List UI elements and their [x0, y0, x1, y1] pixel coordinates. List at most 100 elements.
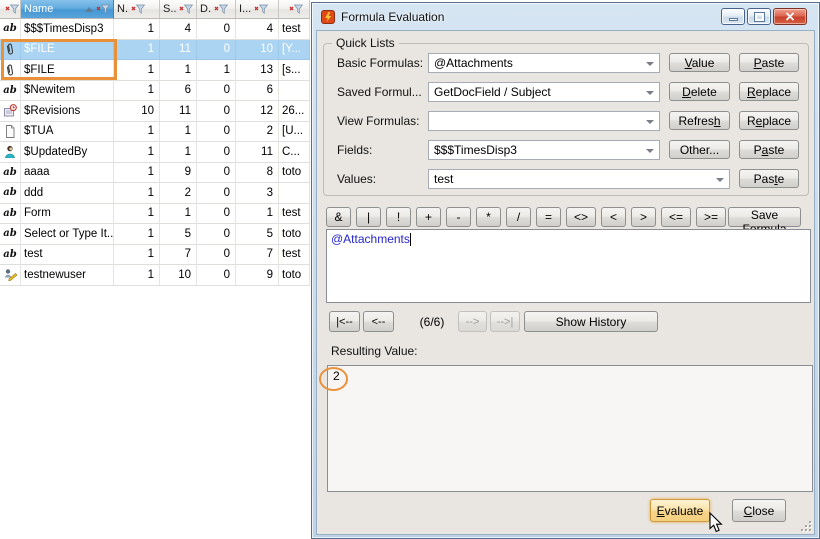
n-value-cell: 1 [114, 142, 160, 163]
table-row[interactable]: ab [0, 122, 310, 143]
column-header[interactable]: Name [21, 0, 114, 19]
operator-button[interactable]: > [631, 207, 656, 227]
paste-basic-button[interactable]: Paste [739, 53, 799, 72]
operator-button[interactable]: | [356, 207, 381, 227]
sort-ascending-icon [85, 7, 93, 12]
text-field-icon: ab [3, 23, 16, 34]
view-formulas-label: View Formulas: [337, 114, 427, 128]
table-row[interactable]: ab [0, 163, 310, 184]
table-row[interactable]: ab [0, 265, 310, 286]
field-name-cell: $Newitem [21, 81, 114, 102]
column-header[interactable]: S.. [160, 0, 197, 19]
n-value-cell: 1 [114, 224, 160, 245]
dialog-titlebar[interactable]: Formula Evaluation [312, 3, 819, 30]
operator-button[interactable]: ! [386, 207, 411, 227]
filter-icon[interactable] [96, 4, 110, 14]
n-value-cell: 1 [114, 265, 160, 286]
operator-button[interactable]: & [326, 207, 351, 227]
chevron-down-icon[interactable] [716, 178, 724, 182]
quick-lists-label: Quick Lists [332, 36, 399, 50]
column-header[interactable]: N. [114, 0, 160, 19]
filter-icon[interactable] [289, 4, 303, 14]
table-row[interactable]: ab [0, 40, 310, 61]
view-formulas-combobox[interactable] [428, 111, 660, 131]
chevron-down-icon[interactable] [646, 120, 654, 124]
save-formula-button[interactable]: Save Formula [728, 207, 801, 227]
operator-button[interactable]: < [601, 207, 626, 227]
delete-button[interactable]: Delete [669, 82, 730, 101]
close-window-button[interactable] [773, 8, 807, 25]
filter-icon[interactable] [131, 4, 145, 14]
value-button[interactable]: Value [669, 53, 730, 72]
basic-formulas-combobox[interactable]: @Attachments [428, 53, 660, 73]
filter-icon[interactable] [214, 4, 228, 14]
history-last-button[interactable]: -->| [490, 311, 520, 332]
paste-values-button[interactable]: Paste [739, 169, 799, 188]
operator-button[interactable]: / [506, 207, 531, 227]
row-type-icon-cell: ab [0, 183, 21, 204]
revisions-clock-icon [4, 104, 17, 117]
chevron-down-icon[interactable] [646, 149, 654, 153]
column-header-label: N. [117, 3, 128, 15]
values-combobox[interactable]: test [428, 169, 730, 189]
minimize-button[interactable] [721, 8, 745, 25]
result-text: 2 [333, 369, 340, 383]
history-first-button[interactable]: |<-- [329, 311, 360, 332]
other-button[interactable]: Other... [669, 140, 730, 159]
dialog-icon [321, 10, 335, 24]
saved-formulas-combobox[interactable]: GetDocField / Subject [428, 82, 660, 102]
fields-combobox[interactable]: $$$TimesDisp3 [428, 140, 660, 160]
chevron-down-icon[interactable] [646, 91, 654, 95]
formula-editor[interactable]: @Attachments [326, 229, 811, 303]
field-name-cell: $Revisions [21, 101, 114, 122]
table-row[interactable]: ab [0, 142, 310, 163]
history-previous-button[interactable]: <-- [363, 311, 394, 332]
history-next-button[interactable]: --> [458, 311, 487, 332]
filter-icon[interactable] [179, 4, 193, 14]
resize-grip[interactable] [798, 518, 811, 531]
saved-formulas-label: Saved Formul... [337, 85, 427, 99]
restore-button[interactable] [747, 8, 771, 25]
show-history-button[interactable]: Show History [524, 311, 658, 332]
resulting-value-box[interactable]: 2 [327, 365, 813, 492]
close-button[interactable]: Close [732, 499, 786, 522]
s-value-cell: 1 [160, 122, 197, 143]
filter-icon[interactable] [5, 4, 19, 14]
replace-saved-button[interactable]: Replace [739, 82, 799, 101]
fields-table-panel: Name N. S.. [0, 0, 310, 539]
operator-button[interactable]: = [536, 207, 561, 227]
column-header[interactable] [279, 0, 310, 19]
i-value-cell: 3 [236, 183, 279, 204]
column-header[interactable] [0, 0, 21, 19]
row-type-icon-cell: ab [0, 101, 21, 122]
paste-fields-button[interactable]: Paste [739, 140, 799, 159]
evaluate-button[interactable]: Evaluate [650, 499, 710, 522]
column-header[interactable]: D. [197, 0, 236, 19]
column-header[interactable]: I... [236, 0, 279, 19]
chevron-down-icon[interactable] [646, 62, 654, 66]
text-field-icon: ab [3, 228, 16, 239]
operator-button[interactable]: <> [566, 207, 596, 227]
replace-view-button[interactable]: Replace [739, 111, 799, 130]
i-value-cell: 9 [236, 265, 279, 286]
fields-value: $$$TimesDisp3 [434, 143, 517, 157]
table-row[interactable]: ab [0, 60, 310, 81]
operator-button[interactable]: <= [661, 207, 691, 227]
value-preview-cell: test [279, 204, 310, 225]
field-name-cell: Select or Type It... [21, 224, 114, 245]
table-row[interactable]: ab [0, 101, 310, 122]
table-row[interactable]: ab [0, 183, 310, 204]
operator-button[interactable]: - [446, 207, 471, 227]
table-row[interactable]: ab [0, 245, 310, 266]
i-value-cell: 8 [236, 163, 279, 184]
filter-icon[interactable] [254, 4, 268, 14]
operator-button[interactable]: * [476, 207, 501, 227]
text-field-icon: ab [3, 85, 16, 96]
table-row[interactable]: ab [0, 204, 310, 225]
operator-button[interactable]: + [416, 207, 441, 227]
refresh-button[interactable]: Refresh [669, 111, 730, 130]
operator-button[interactable]: >= [696, 207, 726, 227]
table-row[interactable]: ab [0, 224, 310, 245]
table-row[interactable]: ab [0, 19, 310, 40]
table-row[interactable]: ab [0, 81, 310, 102]
